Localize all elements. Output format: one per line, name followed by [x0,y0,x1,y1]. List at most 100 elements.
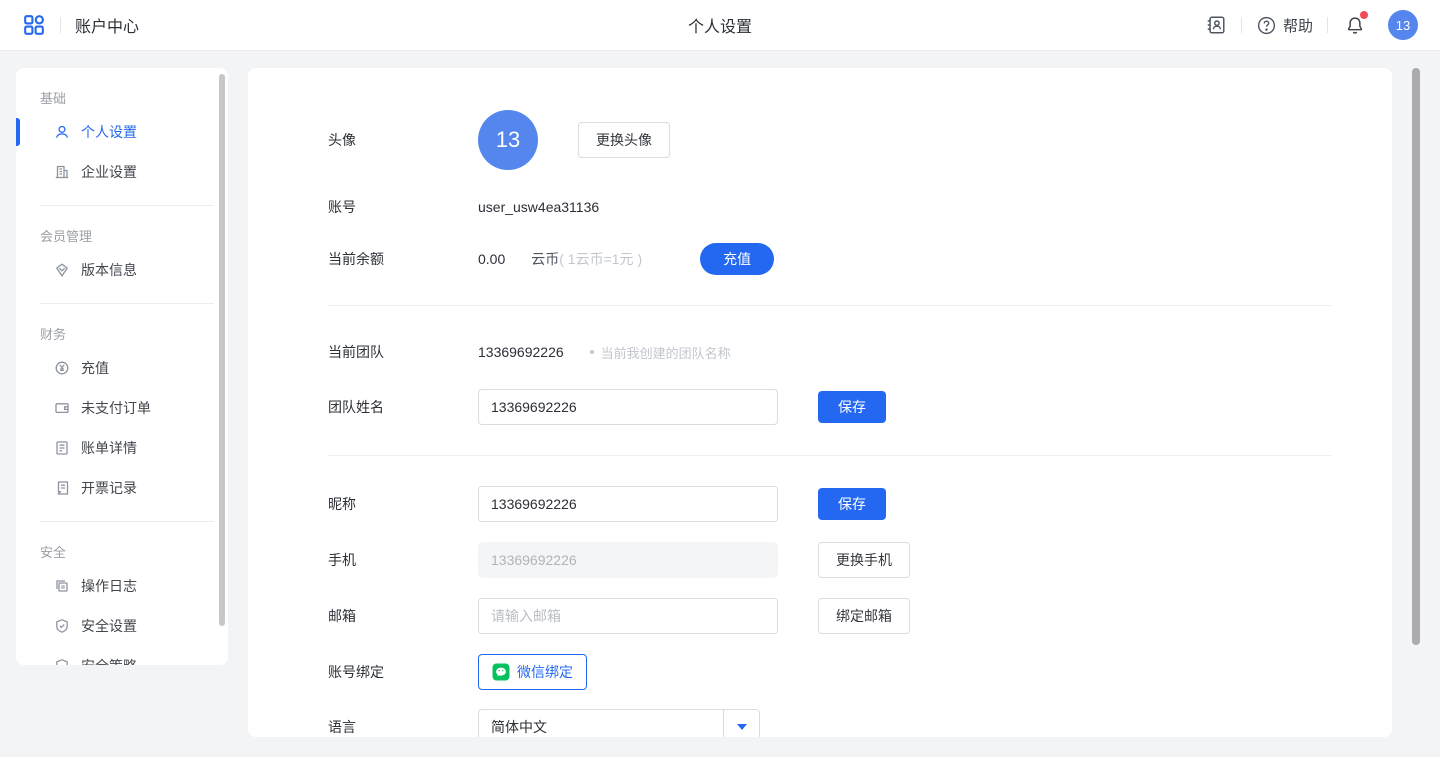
account-value: user_usw4ea31136 [478,199,599,215]
account-label: 账号 [328,197,478,217]
sidebar-item-version-info[interactable]: 版本信息 [16,250,228,290]
sidebar-item-label: 充值 [81,358,109,378]
current-team-row: 当前团队 13369692226 当前我创建的团队名称 [328,334,1332,370]
save-team-name-button[interactable]: 保存 [818,391,886,423]
yen-circle-icon [54,360,70,376]
page-title: 个人设置 [688,13,752,37]
balance-note: ( 1云币=1元 ) [559,249,642,269]
team-value: 13369692226 [478,344,564,360]
notification-bell-icon[interactable] [1344,14,1366,36]
nickname-label: 昵称 [328,494,478,514]
settings-panel: 头像 13 更换头像 账号 user_usw4ea31136 当前余额 0.00… [248,68,1392,737]
sidebar-item-security-policy[interactable]: 安全策略 [16,646,228,665]
team-name-label: 团队姓名 [328,397,478,417]
help-label: 帮助 [1283,15,1313,36]
sidebar-item-label: 未支付订单 [81,398,151,418]
app-title: 账户中心 [75,13,139,37]
balance-value: 0.00 [478,251,505,267]
language-row: 语言 简体中文 [328,709,1332,737]
nickname-row: 昵称 保存 [328,486,1332,522]
balance-row: 当前余额 0.00 云币 ( 1云币=1元 ) 充值 [328,241,1332,277]
language-select[interactable]: 简体中文 [478,709,760,737]
sidebar-item-label: 开票记录 [81,478,137,498]
section-divider [328,305,1332,306]
top-header: 账户中心 个人设置 帮助 [0,0,1440,51]
phone-label: 手机 [328,550,478,570]
wechat-bind-label: 微信绑定 [517,662,573,682]
avatar-label: 头像 [328,130,478,150]
balance-unit: 云币 [531,249,559,269]
phone-row: 手机 更换手机 [328,542,1332,578]
profile-avatar: 13 [478,110,538,170]
contact-book-icon[interactable] [1205,14,1227,36]
sidebar-section-basic: 基础 [40,90,228,108]
app-grid-icon[interactable] [22,13,46,37]
sidebar-item-operation-log[interactable]: 操作日志 [16,566,228,606]
wallet-icon [54,400,70,416]
binding-label: 账号绑定 [328,662,478,682]
shield-check-icon [54,618,70,634]
log-icon [54,578,70,594]
sidebar-item-label: 安全设置 [81,616,137,636]
change-avatar-button[interactable]: 更换头像 [578,122,670,158]
wechat-bind-button[interactable]: 微信绑定 [478,654,587,690]
recharge-button[interactable]: 充值 [700,243,774,275]
receipt-icon [54,480,70,496]
notification-badge [1360,11,1368,19]
sidebar-item-personal-settings[interactable]: 个人设置 [16,112,228,152]
sidebar-item-bill-details[interactable]: 账单详情 [16,428,228,468]
account-binding-row: 账号绑定 微信绑定 [328,654,1332,690]
sidebar-item-unpaid-orders[interactable]: 未支付订单 [16,388,228,428]
header-divider [60,17,61,33]
sidebar-item-label: 安全策略 [81,656,137,665]
shield-icon [54,658,70,665]
sidebar-nav: 基础 个人设置 企业设置 会员管理 版本信息 财务 [16,68,228,665]
bind-email-button[interactable]: 绑定邮箱 [818,598,910,634]
email-input[interactable] [478,598,778,634]
user-avatar[interactable]: 13 [1388,10,1418,40]
active-indicator [16,118,20,146]
sidebar-item-label: 企业设置 [81,162,137,182]
header-divider [1327,17,1328,33]
sidebar-item-label: 版本信息 [81,260,137,280]
page-scrollbar[interactable] [1412,68,1420,645]
email-label: 邮箱 [328,606,478,626]
sidebar-section-finance: 财务 [40,326,228,344]
language-value: 简体中文 [479,717,723,737]
sidebar-item-invoice-records[interactable]: 开票记录 [16,468,228,508]
sidebar-divider [40,303,214,304]
change-phone-button[interactable]: 更换手机 [818,542,910,578]
save-nickname-button[interactable]: 保存 [818,488,886,520]
wechat-icon [492,663,510,681]
email-row: 邮箱 绑定邮箱 [328,598,1332,634]
team-name-row: 团队姓名 保存 [328,389,1332,425]
nickname-input[interactable] [478,486,778,522]
sidebar-item-label: 个人设置 [81,122,137,142]
sidebar-divider [40,521,214,522]
gem-tag-icon [54,262,70,278]
team-name-input[interactable] [478,389,778,425]
sidebar-divider [40,205,214,206]
sidebar-scrollbar[interactable] [219,74,225,626]
help-button[interactable]: 帮助 [1256,15,1313,36]
sidebar-item-company-settings[interactable]: 企业设置 [16,152,228,192]
sidebar-item-recharge[interactable]: 充值 [16,348,228,388]
team-hint: 当前我创建的团队名称 [590,343,731,362]
account-row: 账号 user_usw4ea31136 [328,189,1332,225]
header-divider [1241,17,1242,33]
sidebar-item-label: 操作日志 [81,576,137,596]
select-caret-box [723,710,759,737]
bill-icon [54,440,70,456]
language-label: 语言 [328,717,478,737]
sidebar-section-membership: 会员管理 [40,228,228,246]
building-icon [54,164,70,180]
header-actions: 帮助 13 [1205,10,1418,40]
team-hint-text: 当前我创建的团队名称 [601,343,731,362]
section-divider [328,455,1332,456]
sidebar-item-label: 账单详情 [81,438,137,458]
chevron-down-icon [737,724,747,730]
sidebar-section-security: 安全 [40,544,228,562]
hint-dot [590,350,594,354]
phone-input [478,542,778,578]
sidebar-item-security-settings[interactable]: 安全设置 [16,606,228,646]
